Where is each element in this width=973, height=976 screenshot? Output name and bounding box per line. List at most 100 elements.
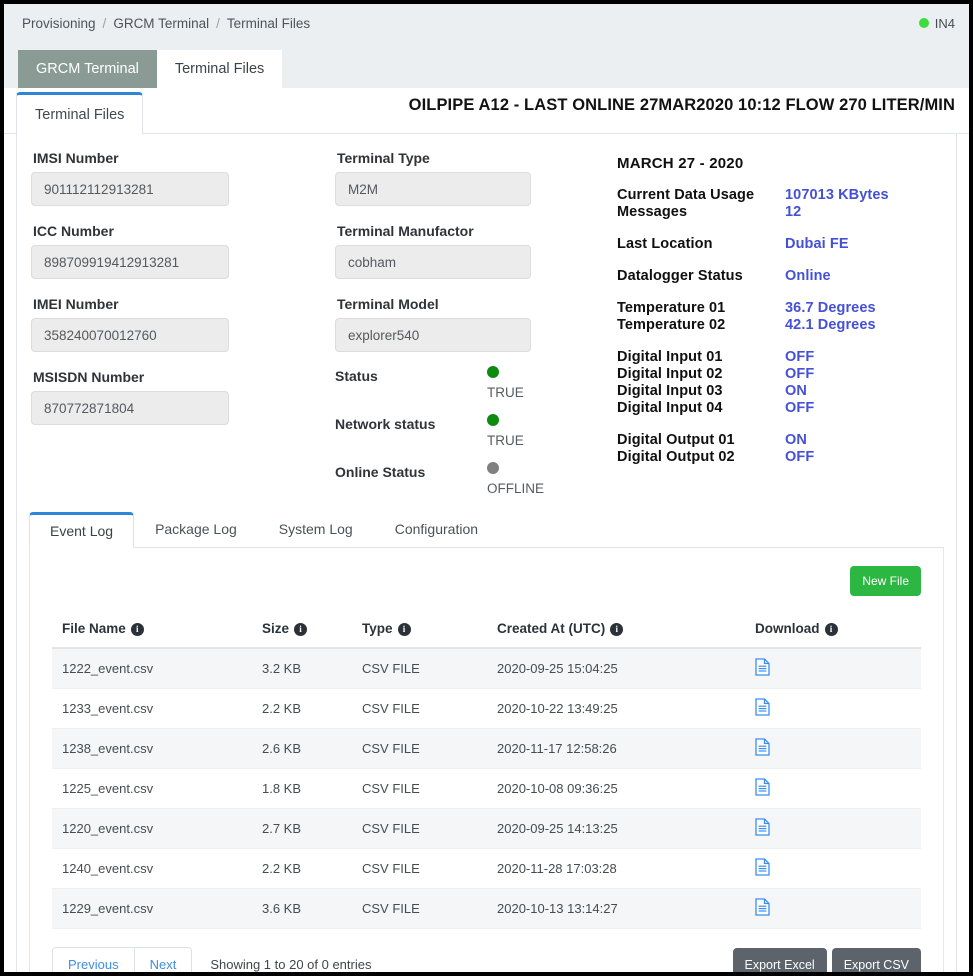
metrics-group-datalogger: Datalogger Status Online — [617, 268, 956, 285]
terminal-manufactor-field[interactable]: cobham — [335, 245, 531, 279]
cell-size: 3.2 KB — [252, 648, 352, 689]
previous-page-button[interactable]: Previous — [53, 948, 134, 972]
identity-fields-column: IMSI Number 901112112913281 ICC Number 8… — [17, 150, 335, 496]
metric-value: 12 — [785, 204, 802, 220]
table-row[interactable]: 1238_event.csv 2.6 KB CSV FILE 2020-11-17 1… — [52, 728, 921, 769]
file-download-icon[interactable] — [755, 658, 770, 679]
tab-event-log[interactable]: Event Log — [29, 512, 135, 548]
breadcrumb-bar: Provisioning / GRCM Terminal / Terminal … — [4, 4, 969, 42]
file-download-icon[interactable] — [755, 898, 770, 919]
cell-download — [745, 808, 921, 849]
file-download-icon — [755, 778, 770, 796]
export-excel-button[interactable]: Export Excel — [732, 947, 827, 972]
metrics-column: MARCH 27 - 2020 Current Data Usage 10701… — [607, 150, 956, 496]
cell-type: CSV FILE — [352, 648, 487, 689]
metric-value: 107013 KBytes — [785, 187, 889, 203]
column-header-type[interactable]: Type i — [352, 612, 487, 649]
metric-value: 42.1 Degrees — [785, 317, 876, 333]
cell-download — [745, 848, 921, 889]
tab-terminal-files[interactable]: Terminal Files — [156, 50, 283, 88]
metric-label: Temperature 02 — [617, 317, 726, 333]
online-status-dot-icon — [487, 462, 499, 474]
metric-label: Digital Input 02 — [617, 366, 723, 382]
column-header-download[interactable]: Download i — [745, 612, 921, 649]
cell-created-at: 2020-10-22 13:49:25 — [487, 688, 745, 729]
table-row[interactable]: 1220_event.csv 2.7 KB CSV FILE 2020-09-25 1… — [52, 808, 921, 849]
cell-size: 2.6 KB — [252, 728, 352, 769]
file-download-icon[interactable] — [755, 858, 770, 879]
column-header-created-at[interactable]: Created At (UTC) i — [487, 612, 745, 649]
info-icon[interactable]: i — [824, 623, 838, 636]
cell-size: 2.2 KB — [252, 848, 352, 889]
label-online-status: Online Status — [335, 464, 426, 480]
info-icon[interactable]: i — [397, 623, 411, 636]
metrics-group-temperature: Temperature 01 36.7 Degrees Temperature … — [617, 300, 956, 334]
metrics-group-location: Last Location Dubai FE — [617, 236, 956, 253]
metric-value: OFF — [785, 349, 815, 365]
terminal-files-panel: IMSI Number 901112112913281 ICC Number 8… — [16, 134, 957, 972]
status-dot-icon — [487, 366, 499, 378]
status-row-network-status: Network status TRUE — [335, 414, 607, 448]
imsi-number-field[interactable]: 901112112913281 — [31, 172, 229, 206]
terminal-type-field[interactable]: M2M — [335, 172, 531, 206]
export-csv-button[interactable]: Export CSV — [831, 947, 921, 972]
file-download-icon[interactable] — [755, 778, 770, 799]
info-icon[interactable]: i — [294, 623, 308, 636]
breadcrumb-item-terminal-files[interactable]: Terminal Files — [227, 16, 310, 31]
file-download-icon — [755, 818, 770, 836]
terminal-model-field[interactable]: explorer540 — [335, 318, 531, 352]
metric-digital-output-01: Digital Output 01 ON — [617, 432, 956, 449]
cell-file-name: 1233_event.csv — [52, 688, 252, 729]
tab-system-log[interactable]: System Log — [258, 511, 374, 547]
file-download-icon[interactable] — [755, 818, 770, 839]
metric-label: Digital Input 03 — [617, 383, 723, 399]
file-download-icon[interactable] — [755, 698, 770, 719]
metric-label: Digital Input 04 — [617, 400, 723, 416]
cell-size: 1.8 KB — [252, 768, 352, 809]
cell-created-at: 2020-09-25 15:04:25 — [487, 648, 745, 689]
log-body: New File File Name i Size i Type i Creat… — [29, 548, 944, 972]
entries-summary: Showing 1 to 20 of 0 entries — [210, 957, 372, 972]
tab-package-log[interactable]: Package Log — [134, 511, 258, 547]
tab-configuration[interactable]: Configuration — [374, 511, 499, 547]
cell-type: CSV FILE — [352, 848, 487, 889]
imei-number-field[interactable]: 358240070012760 — [31, 318, 229, 352]
new-file-button[interactable]: New File — [850, 566, 921, 596]
cell-created-at: 2020-10-13 13:14:27 — [487, 888, 745, 929]
table-header-row: File Name i Size i Type i Created At (UTC) i — [52, 612, 921, 649]
cell-file-name: 1238_event.csv — [52, 728, 252, 769]
column-header-file-name[interactable]: File Name i — [52, 612, 252, 649]
pagination-controls: Previous Next — [52, 947, 193, 972]
metric-value: ON — [785, 383, 807, 399]
metric-label: Messages — [617, 204, 688, 220]
cell-type: CSV FILE — [352, 688, 487, 729]
info-icon[interactable]: i — [130, 623, 144, 636]
next-page-button[interactable]: Next — [133, 948, 192, 972]
table-row[interactable]: 1229_event.csv 3.6 KB CSV FILE 2020-10-13 1… — [52, 888, 921, 929]
metric-digital-output-02: Digital Output 02 OFF — [617, 449, 956, 466]
msisdn-number-field[interactable]: 870772871804 — [31, 391, 229, 425]
icc-number-field[interactable]: 898709919412913281 — [31, 245, 229, 279]
tab-grcm-terminal[interactable]: GRCM Terminal — [18, 50, 157, 88]
table-row[interactable]: 1240_event.csv 2.2 KB CSV FILE 2020-11-28 1… — [52, 848, 921, 889]
info-icon[interactable]: i — [610, 623, 624, 636]
metric-label: Digital Input 01 — [617, 349, 723, 365]
metric-label: Last Location — [617, 236, 713, 252]
metrics-group-digital-inputs: Digital Input 01 OFF Digital Input 02 OF… — [617, 349, 956, 417]
file-download-icon[interactable] — [755, 738, 770, 759]
table-row[interactable]: 1225_event.csv 1.8 KB CSV FILE 2020-10-08 0… — [52, 768, 921, 809]
connection-status-label: IN4 — [934, 15, 955, 31]
label-terminal-model: Terminal Model — [337, 296, 439, 312]
breadcrumb-item-grcm-terminal[interactable]: GRCM Terminal — [113, 16, 209, 31]
cell-download — [745, 888, 921, 929]
table-row[interactable]: 1222_event.csv 3.2 KB CSV FILE 2020-09-25 1… — [52, 648, 921, 689]
table-row[interactable]: 1233_event.csv 2.2 KB CSV FILE 2020-10-22 1… — [52, 688, 921, 729]
column-header-size[interactable]: Size i — [252, 612, 352, 649]
online-status-value: OFFLINE — [487, 481, 545, 496]
metric-label: Digital Output 02 — [617, 449, 735, 465]
metric-value: 36.7 Degrees — [785, 300, 876, 316]
metric-last-location: Last Location Dubai FE — [617, 236, 956, 253]
breadcrumb-item-provisioning[interactable]: Provisioning — [22, 16, 96, 31]
column-label: Size — [262, 621, 290, 636]
inner-tab-terminal-files[interactable]: Terminal Files — [16, 92, 144, 134]
